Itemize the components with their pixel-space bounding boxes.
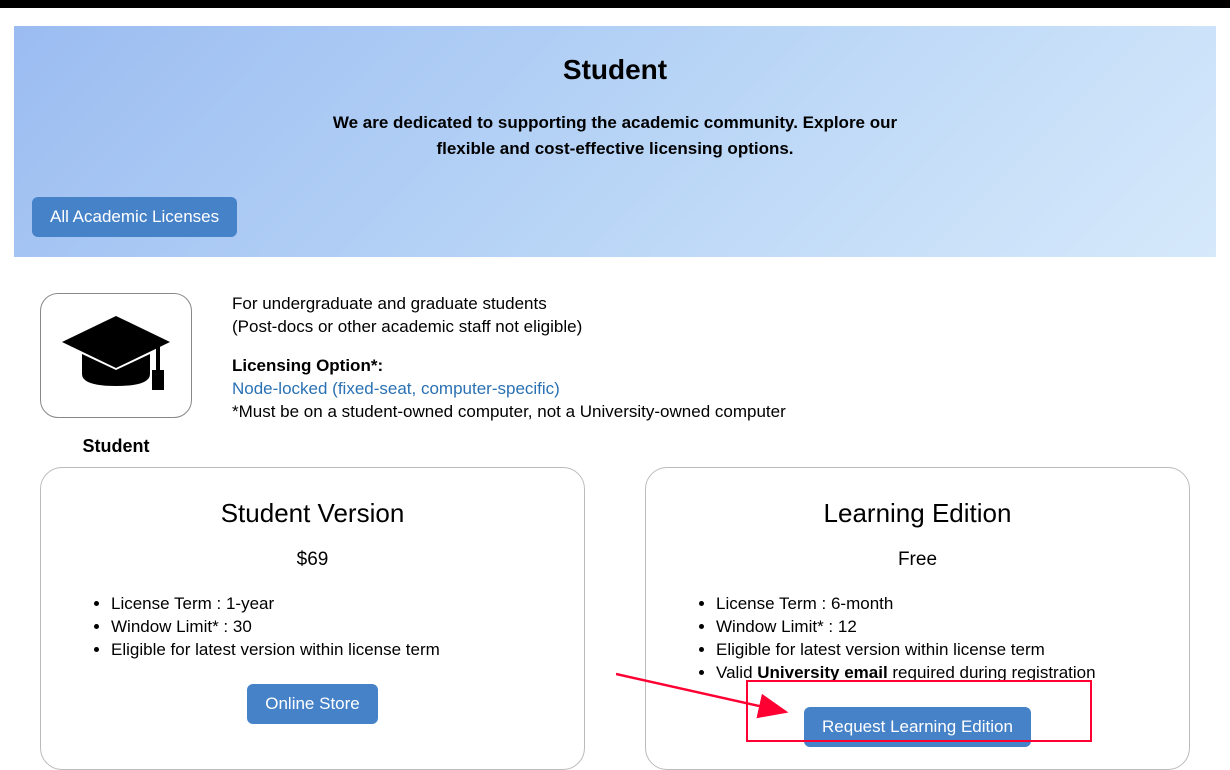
student-icon-box: [40, 293, 192, 418]
list-item: Eligible for latest version within licen…: [716, 639, 1159, 662]
learning-edition-price: Free: [676, 549, 1159, 571]
student-info-text: For undergraduate and graduate students …: [232, 293, 1200, 457]
student-icon-label: Student: [40, 436, 192, 457]
list-item: Window Limit* : 30: [111, 616, 554, 639]
list-item: License Term : 6-month: [716, 593, 1159, 616]
online-store-button[interactable]: Online Store: [247, 684, 378, 724]
eligibility-line1: For undergraduate and graduate students: [232, 293, 1200, 316]
list-item: Window Limit* : 12: [716, 616, 1159, 639]
student-version-title: Student Version: [71, 498, 554, 529]
eligibility-line2: (Post-docs or other academic staff not e…: [232, 316, 1200, 339]
learning-edition-title: Learning Edition: [676, 498, 1159, 529]
main-info-row: Student For undergraduate and graduate s…: [0, 257, 1230, 467]
learning-edition-features: License Term : 6-month Window Limit* : 1…: [676, 593, 1159, 685]
all-academic-licenses-button[interactable]: All Academic Licenses: [32, 197, 237, 237]
licensing-option-label: Licensing Option*:: [232, 356, 383, 375]
page-title: Student: [32, 54, 1198, 86]
hero-subtitle-line1: We are dedicated to supporting the acade…: [333, 113, 897, 132]
learning-edition-card: Learning Edition Free License Term : 6-m…: [645, 467, 1190, 770]
licensing-option-link[interactable]: Node-locked (fixed-seat, computer-specif…: [232, 379, 560, 398]
hero-subtitle: We are dedicated to supporting the acade…: [32, 110, 1198, 161]
list-item: License Term : 1-year: [111, 593, 554, 616]
top-border: [0, 0, 1230, 8]
request-learning-edition-button[interactable]: Request Learning Edition: [804, 707, 1031, 747]
student-icon-column: Student: [40, 293, 192, 457]
licensing-footnote: *Must be on a student-owned computer, no…: [232, 401, 1200, 424]
student-version-features: License Term : 1-year Window Limit* : 30…: [71, 593, 554, 662]
student-version-price: $69: [71, 549, 554, 571]
feature4-bold: University email: [757, 663, 887, 682]
list-item: Eligible for latest version within licen…: [111, 639, 554, 662]
student-version-card: Student Version $69 License Term : 1-yea…: [40, 467, 585, 770]
graduation-cap-icon: [56, 308, 176, 403]
pricing-cards-row: Student Version $69 License Term : 1-yea…: [0, 467, 1230, 770]
feature4-suffix: required during registration: [888, 663, 1096, 682]
hero-banner: Student We are dedicated to supporting t…: [14, 26, 1216, 257]
feature4-prefix: Valid: [716, 663, 757, 682]
hero-subtitle-line2: flexible and cost-effective licensing op…: [436, 139, 793, 158]
list-item: Valid University email required during r…: [716, 662, 1159, 685]
